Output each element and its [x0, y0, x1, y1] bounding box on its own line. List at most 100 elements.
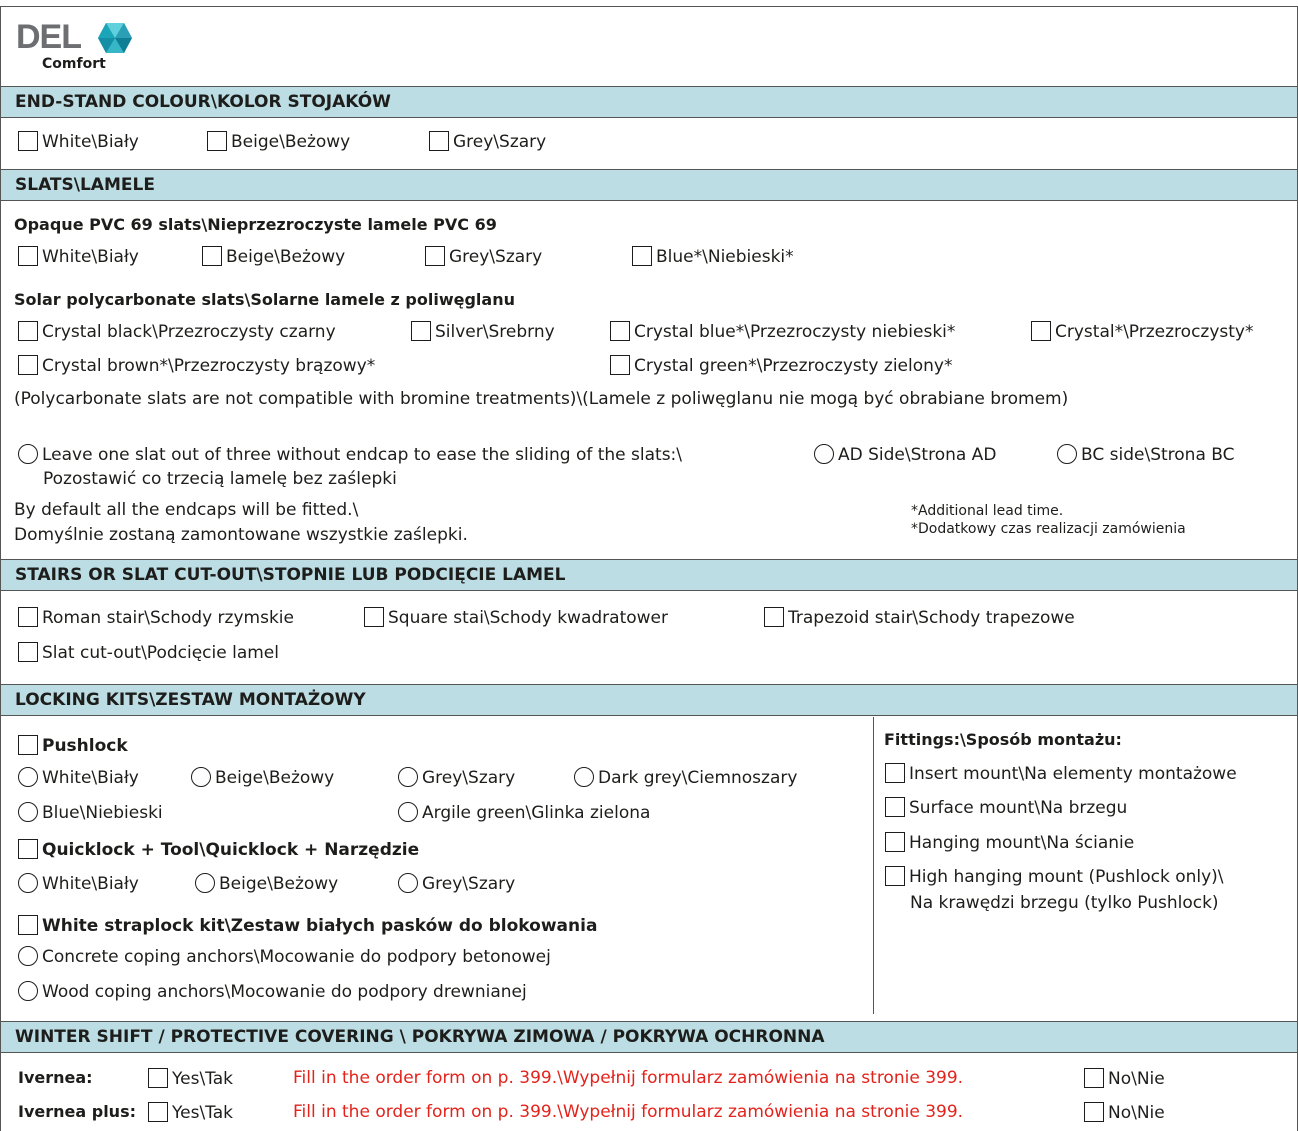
solar-crystal-green-option[interactable]: Crystal green*\Przezroczysty zielony*	[610, 355, 952, 376]
checkbox[interactable]	[18, 642, 38, 662]
checkbox[interactable]	[885, 866, 905, 886]
checkbox[interactable]	[885, 763, 905, 783]
checkbox[interactable]	[18, 735, 38, 755]
gem-icon	[98, 23, 132, 53]
lead-time-note-pl: *Dodatkowy czas realizacji zamówienia	[911, 521, 1186, 537]
surface-mount-option[interactable]: Surface mount\Na brzegu	[885, 797, 1127, 818]
endcap-bc-option[interactable]: BC side\Strona BC	[1057, 444, 1235, 465]
checkbox[interactable]	[18, 246, 38, 266]
quicklock-white-option[interactable]: White\Biały	[18, 873, 139, 894]
pushlock-option[interactable]: Pushlock	[18, 735, 128, 756]
endstand-grey-option[interactable]: Grey\Szary	[429, 131, 546, 152]
hanging-mount-option[interactable]: Hanging mount\Na ścianie	[885, 832, 1134, 853]
checkbox[interactable]	[764, 607, 784, 627]
radio[interactable]	[18, 444, 38, 464]
endstand-beige-option[interactable]: Beige\Beżowy	[207, 131, 350, 152]
ivernea-plus-yes-option[interactable]: Yes\Tak	[148, 1102, 233, 1123]
opaque-grey-option[interactable]: Grey\Szary	[425, 246, 542, 267]
checkbox[interactable]	[610, 355, 630, 375]
trapezoid-stair-option[interactable]: Trapezoid stair\Schody trapezowe	[764, 607, 1075, 628]
ivernea-yes-option[interactable]: Yes\Tak	[148, 1068, 233, 1089]
checkbox[interactable]	[610, 321, 630, 341]
concrete-anchors-option[interactable]: Concrete coping anchors\Mocowanie do pod…	[18, 946, 551, 967]
default-endcaps-text: By default all the endcaps will be fitte…	[14, 500, 359, 520]
checkbox[interactable]	[411, 321, 431, 341]
radio[interactable]	[814, 444, 834, 464]
radio[interactable]	[398, 802, 418, 822]
endcap-leave-option[interactable]: Leave one slat out of three without endc…	[18, 444, 682, 465]
checkbox[interactable]	[18, 321, 38, 341]
pushlock-beige-option[interactable]: Beige\Beżowy	[191, 767, 334, 788]
quicklock-grey-option[interactable]: Grey\Szary	[398, 873, 515, 894]
logo-brand: DEL	[16, 18, 82, 56]
square-stair-option[interactable]: Square stai\Schody kwadratower	[364, 607, 668, 628]
section-slats-header: SLATS\LAMELE	[1, 169, 1297, 201]
checkbox[interactable]	[885, 832, 905, 852]
radio[interactable]	[18, 873, 38, 893]
ivernea-plus-order-note: Fill in the order form on p. 399.\Wypełn…	[293, 1102, 964, 1122]
checkbox[interactable]	[1031, 321, 1051, 341]
ivernea-no-option[interactable]: No\Nie	[1084, 1068, 1165, 1089]
checkbox[interactable]	[18, 839, 38, 859]
solar-crystal-brown-option[interactable]: Crystal brown*\Przezroczysty brązowy*	[18, 355, 375, 376]
radio[interactable]	[1057, 444, 1077, 464]
endcap-leave-text-pl: Pozostawić co trzecią lamelę bez zaślepk…	[43, 469, 397, 489]
radio[interactable]	[574, 767, 594, 787]
radio[interactable]	[18, 981, 38, 1001]
locking-divider	[873, 717, 874, 1014]
opaque-beige-option[interactable]: Beige\Beżowy	[202, 246, 345, 267]
pushlock-argile-green-option[interactable]: Argile green\Glinka zielona	[398, 802, 650, 823]
wood-anchors-option[interactable]: Wood coping anchors\Mocowanie do podpory…	[18, 981, 527, 1002]
checkbox[interactable]	[18, 131, 38, 151]
solar-crystal-option[interactable]: Crystal*\Przezroczysty*	[1031, 321, 1254, 342]
high-hanging-mount-text-pl: Na krawędzi brzegu (tylko Pushlock)	[910, 893, 1219, 913]
radio[interactable]	[18, 946, 38, 966]
ivernea-order-note: Fill in the order form on p. 399.\Wypełn…	[293, 1068, 964, 1088]
section-locking-header: LOCKING KITS\ZESTAW MONTAŻOWY	[1, 684, 1297, 716]
checkbox[interactable]	[1084, 1068, 1104, 1088]
lead-time-note: *Additional lead time.	[911, 503, 1064, 519]
checkbox[interactable]	[429, 131, 449, 151]
radio[interactable]	[398, 873, 418, 893]
roman-stair-option[interactable]: Roman stair\Schody rzymskie	[18, 607, 294, 628]
checkbox[interactable]	[148, 1068, 168, 1088]
opaque-title: Opaque PVC 69 slats\Nieprzezroczyste lam…	[14, 215, 497, 234]
checkbox[interactable]	[207, 131, 227, 151]
quicklock-option[interactable]: Quicklock + Tool\Quicklock + Narzędzie	[18, 839, 419, 860]
checkbox[interactable]	[148, 1102, 168, 1122]
solar-title: Solar polycarbonate slats\Solarne lamele…	[14, 290, 515, 309]
opaque-white-option[interactable]: White\Biały	[18, 246, 139, 267]
solar-silver-option[interactable]: Silver\Srebrny	[411, 321, 555, 342]
quicklock-beige-option[interactable]: Beige\Beżowy	[195, 873, 338, 894]
checkbox[interactable]	[425, 246, 445, 266]
pushlock-white-option[interactable]: White\Biały	[18, 767, 139, 788]
solar-crystal-black-option[interactable]: Crystal black\Przezroczysty czarny	[18, 321, 336, 342]
radio[interactable]	[18, 802, 38, 822]
slat-cutout-option[interactable]: Slat cut-out\Podcięcie lamel	[18, 642, 279, 663]
checkbox[interactable]	[202, 246, 222, 266]
endstand-white-option[interactable]: White\Biały	[18, 131, 139, 152]
insert-mount-option[interactable]: Insert mount\Na elementy montażowe	[885, 763, 1237, 784]
radio[interactable]	[398, 767, 418, 787]
high-hanging-mount-option[interactable]: High hanging mount (Pushlock only)\	[885, 866, 1224, 887]
solar-bromine-note: (Polycarbonate slats are not compatible …	[14, 389, 1069, 409]
radio[interactable]	[195, 873, 215, 893]
checkbox[interactable]	[18, 607, 38, 627]
opaque-blue-option[interactable]: Blue*\Niebieski*	[632, 246, 794, 267]
pushlock-dark-grey-option[interactable]: Dark grey\Ciemnoszary	[574, 767, 797, 788]
section-endstand-header: END-STAND COLOUR\KOLOR STOJAKÓW	[1, 86, 1297, 118]
checkbox[interactable]	[1084, 1102, 1104, 1122]
solar-crystal-blue-option[interactable]: Crystal blue*\Przezroczysty niebieski*	[610, 321, 955, 342]
pushlock-grey-option[interactable]: Grey\Szary	[398, 767, 515, 788]
checkbox[interactable]	[18, 355, 38, 375]
radio[interactable]	[191, 767, 211, 787]
endcap-ad-option[interactable]: AD Side\Strona AD	[814, 444, 996, 465]
checkbox[interactable]	[364, 607, 384, 627]
pushlock-blue-option[interactable]: Blue\Niebieski	[18, 802, 163, 823]
ivernea-plus-no-option[interactable]: No\Nie	[1084, 1102, 1165, 1123]
checkbox[interactable]	[18, 915, 38, 935]
radio[interactable]	[18, 767, 38, 787]
checkbox[interactable]	[885, 797, 905, 817]
checkbox[interactable]	[632, 246, 652, 266]
straplock-option[interactable]: White straplock kit\Zestaw białych paskó…	[18, 915, 597, 936]
